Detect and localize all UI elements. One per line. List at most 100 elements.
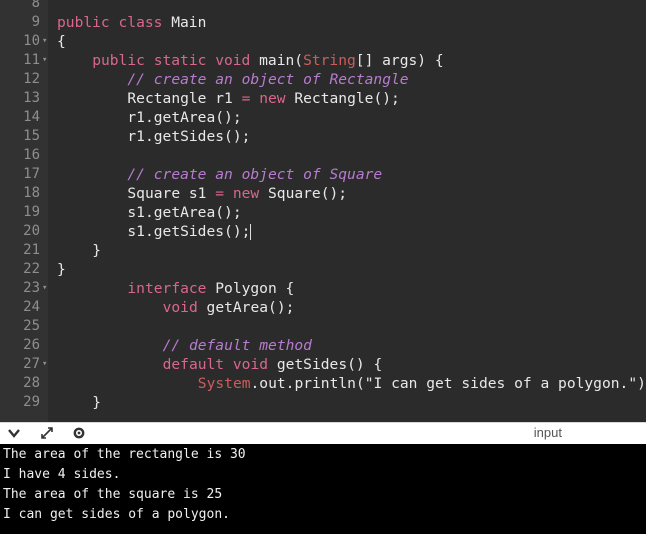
line-number: 14: [23, 109, 40, 125]
settings-icon[interactable]: [70, 426, 88, 442]
output-console: The area of the rectangle is 30 I have 4…: [0, 444, 646, 534]
code-line[interactable]: 12 // create an object of Rectangle: [0, 70, 646, 89]
code-keyword: public class: [57, 14, 163, 31]
code-comment: // default method: [162, 337, 312, 354]
code-token: main(: [250, 52, 304, 69]
code-text: // create an object of Square: [127, 165, 382, 184]
output-line: I can get sides of a polygon.: [3, 507, 230, 522]
code-line[interactable]: 21}: [0, 241, 646, 260]
code-class-name: String: [303, 52, 356, 69]
line-number: 13: [23, 90, 40, 106]
line-number: 25: [23, 318, 40, 334]
code-line[interactable]: 14 r1.getArea();: [0, 108, 646, 127]
code-line[interactable]: 25: [0, 317, 646, 336]
code-text: Rectangle r1 = new Rectangle();: [127, 89, 399, 108]
line-number: 20: [23, 223, 40, 239]
code-text: r1.getSides();: [127, 127, 250, 146]
line-number: 8: [31, 0, 40, 11]
code-keyword: new: [259, 90, 286, 107]
line-number: 24: [23, 299, 40, 315]
code-line[interactable]: 22}: [0, 260, 646, 279]
code-text: {: [57, 32, 66, 51]
code-keyword: default void: [162, 356, 269, 373]
code-text: void getArea();: [163, 298, 295, 317]
code-line[interactable]: 17 // create an object of Square: [0, 165, 646, 184]
code-token: Polygon {: [206, 280, 295, 297]
code-token: Rectangle r1: [127, 90, 242, 107]
code-class-name: System: [197, 375, 251, 392]
code-text: public static void main(String[] args) {: [92, 51, 443, 70]
code-line[interactable]: 11 ▾ public static void main(String[] args…: [0, 51, 646, 70]
code-token: r1.getSides();: [127, 128, 251, 145]
code-line[interactable]: 19 s1.getArea();: [0, 203, 646, 222]
code-line[interactable]: 29}: [0, 393, 646, 412]
line-number: 17: [23, 166, 40, 182]
code-token: }: [92, 394, 101, 411]
line-number: 12: [23, 71, 40, 87]
code-line[interactable]: 20 s1.getSides();: [0, 222, 646, 241]
code-text: public class Main: [57, 13, 206, 32]
code-token: }: [57, 261, 66, 278]
line-number: 15: [23, 128, 40, 144]
code-text: }: [57, 260, 66, 279]
output-line: The area of the square is 25: [3, 487, 223, 502]
code-line[interactable]: 9 public class Main: [0, 13, 646, 32]
code-line[interactable]: 27 ▾ default void getSides() {: [0, 355, 646, 374]
line-number: 23: [23, 280, 40, 296]
code-line[interactable]: 10 ▾ {: [0, 32, 646, 51]
code-line[interactable]: 26 // default method: [0, 336, 646, 355]
line-number: 22: [23, 261, 40, 277]
code-line[interactable]: 18 Square s1 = new Square();: [0, 184, 646, 203]
line-number: 27: [23, 356, 40, 372]
code-keyword: void: [162, 299, 198, 316]
line-number: 11: [23, 52, 40, 68]
code-token: Square s1: [127, 185, 216, 202]
code-token: r1.getArea();: [127, 109, 242, 126]
code-line[interactable]: 28 System.out.println("I can get sides of…: [0, 374, 646, 393]
code-token: Rectangle();: [285, 90, 400, 107]
code-token: s1.getArea();: [127, 204, 242, 221]
code-line[interactable]: 16: [0, 146, 646, 165]
code-comment: // create an object of Rectangle: [127, 71, 409, 88]
code-token: [] args) {: [355, 52, 444, 69]
line-number: 9: [31, 14, 40, 30]
code-text: r1.getArea();: [127, 108, 241, 127]
code-line[interactable]: 24 void getArea();: [0, 298, 646, 317]
line-number: 29: [23, 394, 40, 410]
chevron-down-icon[interactable]: [5, 426, 23, 442]
code-line[interactable]: 13 Rectangle r1 = new Rectangle();: [0, 89, 646, 108]
code-token: {: [57, 33, 66, 50]
code-text: // create an object of Rectangle: [127, 70, 408, 89]
code-keyword: new: [232, 185, 260, 202]
line-number: 18: [23, 185, 40, 201]
code-operator: =: [215, 185, 225, 202]
code-token: Main: [162, 14, 207, 31]
code-line[interactable]: 8: [0, 0, 646, 13]
fold-toggle-icon[interactable]: ▾: [42, 51, 47, 70]
code-text: // default method: [163, 336, 312, 355]
code-text: default void getSides() {: [163, 355, 383, 374]
code-text: }: [92, 393, 101, 412]
expand-icon[interactable]: [38, 426, 56, 442]
ide-window: 8 9 public class Main 10 ▾{11 ▾ public static …: [0, 0, 646, 534]
output-line: I have 4 sides.: [3, 467, 121, 482]
code-editor[interactable]: 8 9 public class Main 10 ▾{11 ▾ public static …: [0, 0, 646, 422]
code-token: .out.println("I can get sides of a polyg…: [250, 375, 646, 392]
code-line[interactable]: 15 r1.getSides();: [0, 127, 646, 146]
line-number: 19: [23, 204, 40, 220]
code-line[interactable]: 23 ▾ interface Polygon {: [0, 279, 646, 298]
line-number: 10: [23, 33, 40, 49]
text-cursor: [250, 224, 252, 240]
input-label[interactable]: input: [534, 425, 562, 440]
code-keyword: public static void: [92, 52, 251, 69]
code-text: System.out.println("I can get sides of a…: [198, 374, 646, 393]
code-token: }: [92, 242, 101, 259]
line-number: 21: [23, 242, 40, 258]
fold-toggle-icon[interactable]: ▾: [42, 355, 47, 374]
code-text: Square s1 = new Square();: [127, 184, 347, 203]
fold-toggle-icon[interactable]: ▾: [42, 279, 47, 298]
code-comment: // create an object of Square: [127, 166, 383, 183]
code-text: interface Polygon {: [127, 279, 294, 298]
fold-toggle-icon[interactable]: ▾: [42, 32, 47, 51]
